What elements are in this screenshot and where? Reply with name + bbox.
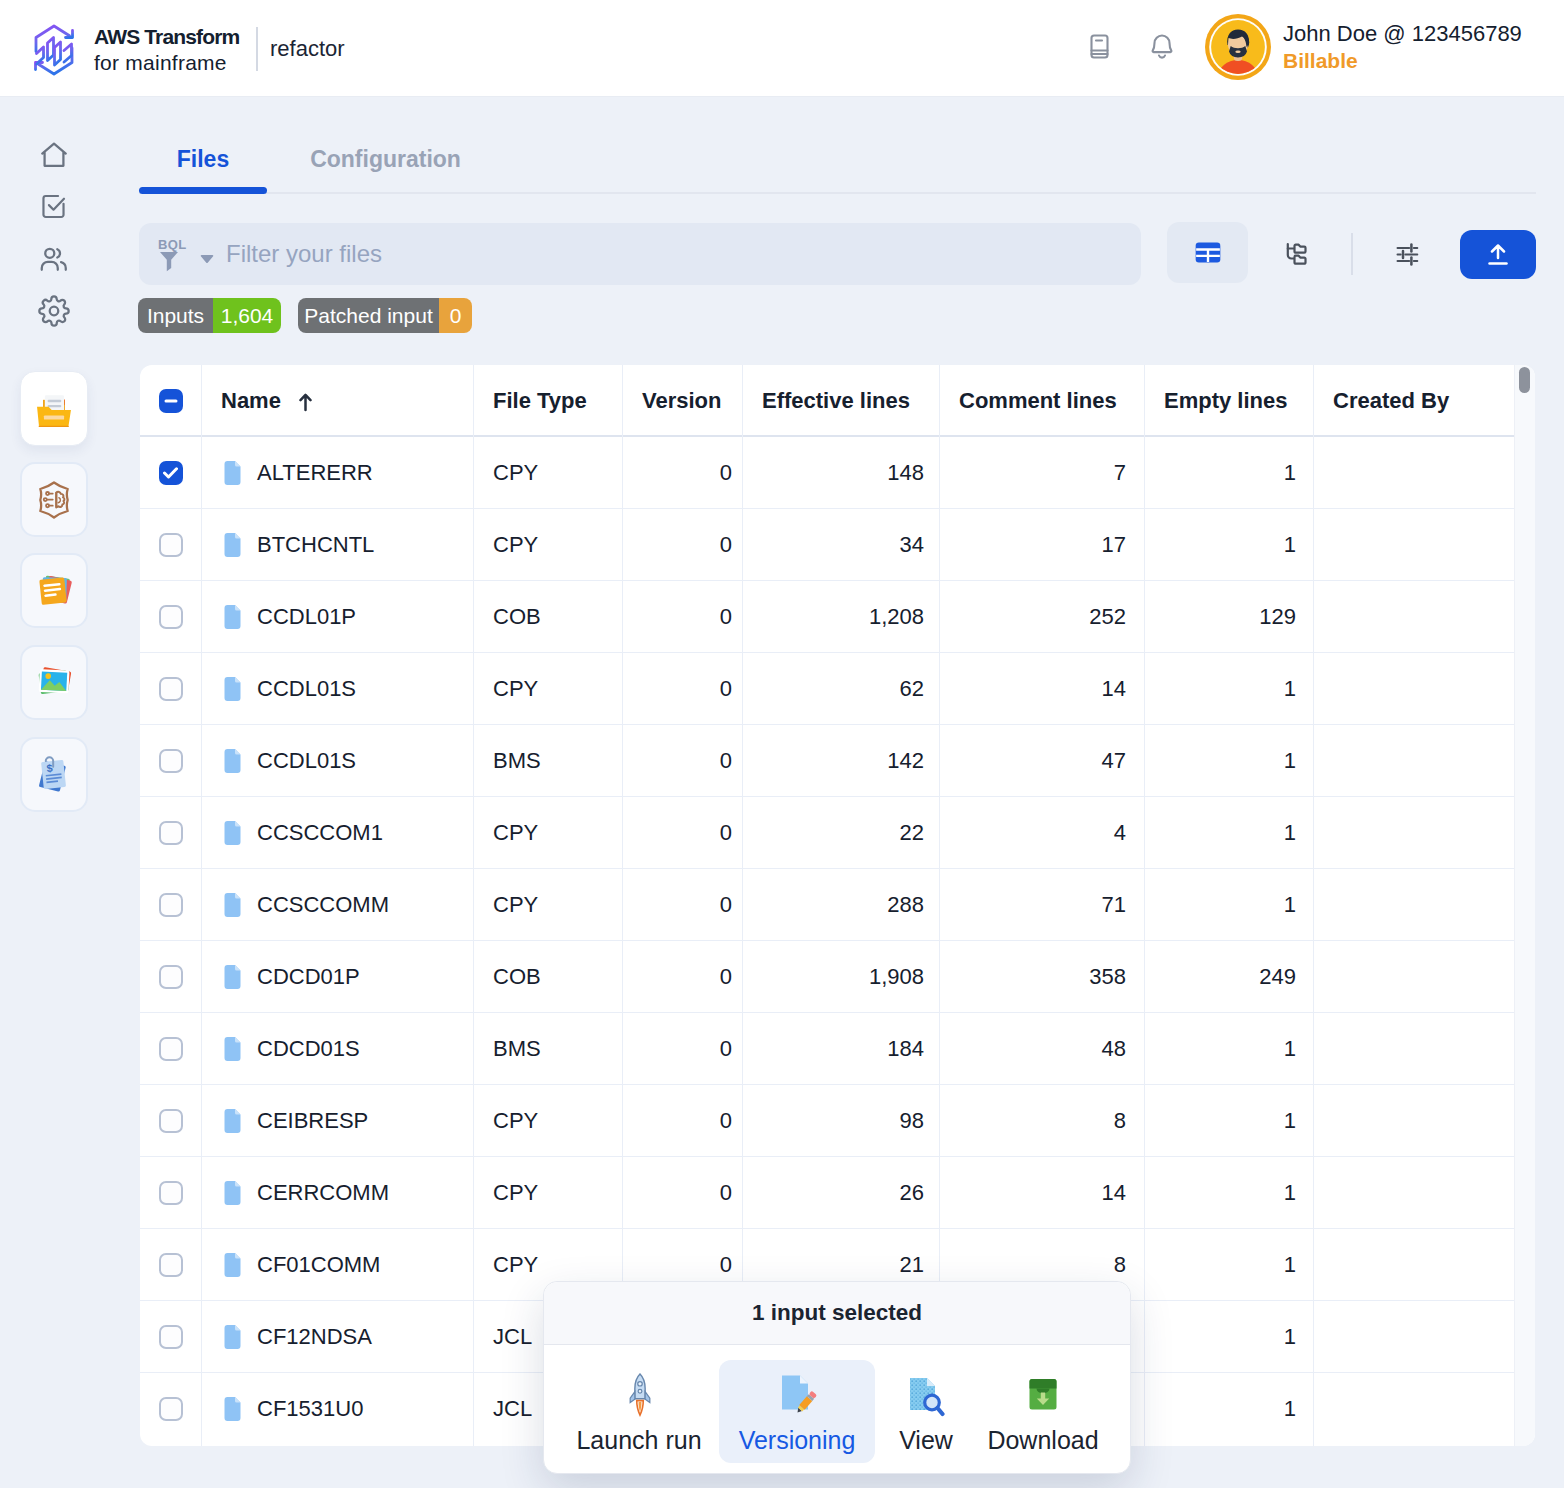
svg-text:$: $ — [46, 761, 53, 774]
